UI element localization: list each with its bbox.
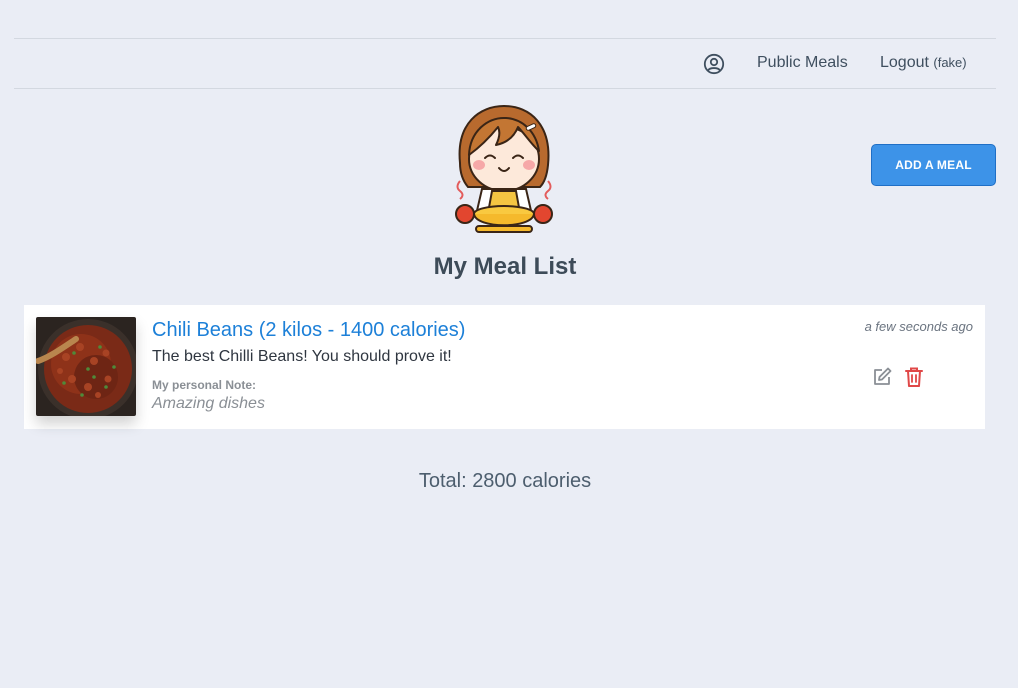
chef-mascot-illustration — [452, 103, 556, 235]
edit-icon[interactable] — [871, 366, 893, 388]
meal-description: The best Chilli Beans! You should prove … — [152, 348, 452, 365]
logout-note: (fake) — [933, 55, 967, 70]
personal-note-label: My personal Note: — [152, 378, 257, 392]
total-calories: Total: 2800 calories — [418, 470, 592, 492]
meal-thumbnail[interactable] — [36, 317, 136, 416]
logout-link[interactable]: Logout (fake) — [880, 54, 967, 72]
meal-list-page: Public Meals Logout (fake) ADD A MEAL My… — [0, 0, 1018, 688]
add-meal-button[interactable]: ADD A MEAL — [871, 144, 996, 186]
user-circle-icon[interactable] — [703, 53, 725, 75]
page-title: My Meal List — [433, 253, 577, 280]
meal-title-link[interactable]: Chili Beans (2 kilos - 1400 calories) — [152, 319, 465, 342]
meal-card: Chili Beans (2 kilos - 1400 calories) Th… — [24, 305, 985, 429]
trash-icon[interactable] — [903, 366, 925, 388]
personal-note-text: Amazing dishes — [152, 395, 265, 412]
logout-label: Logout — [880, 54, 929, 71]
meal-timestamp: a few seconds ago — [864, 319, 973, 334]
top-nav: Public Meals Logout (fake) — [14, 38, 996, 89]
public-meals-link[interactable]: Public Meals — [757, 54, 848, 72]
